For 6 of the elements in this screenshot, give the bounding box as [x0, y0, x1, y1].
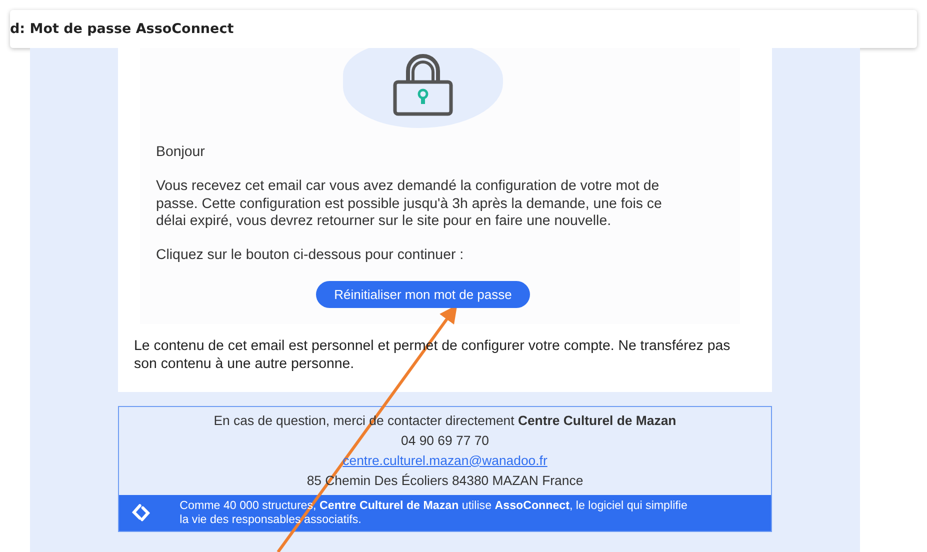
reset-password-button[interactable]: Réinitialiser mon mot de passe	[316, 280, 530, 308]
email-subject: d: Mot de passe AssoConnect	[10, 20, 234, 39]
body-paragraph: Cliquez sur le bouton ci-dessous pour continuer :	[156, 247, 465, 265]
greeting-text: Bonjour	[156, 144, 206, 162]
body-paragraph: Vous recevez cet email car vous avez demandé la configuration de votre mot de passe. Cette configuration est possible jusqu'à 3h après la demande, une fois ce délai expiré, vous devrez retourner sur le site pour en faire une nouvelle.	[156, 178, 663, 231]
phone-number: 04 90 69 77 70	[401, 432, 489, 448]
